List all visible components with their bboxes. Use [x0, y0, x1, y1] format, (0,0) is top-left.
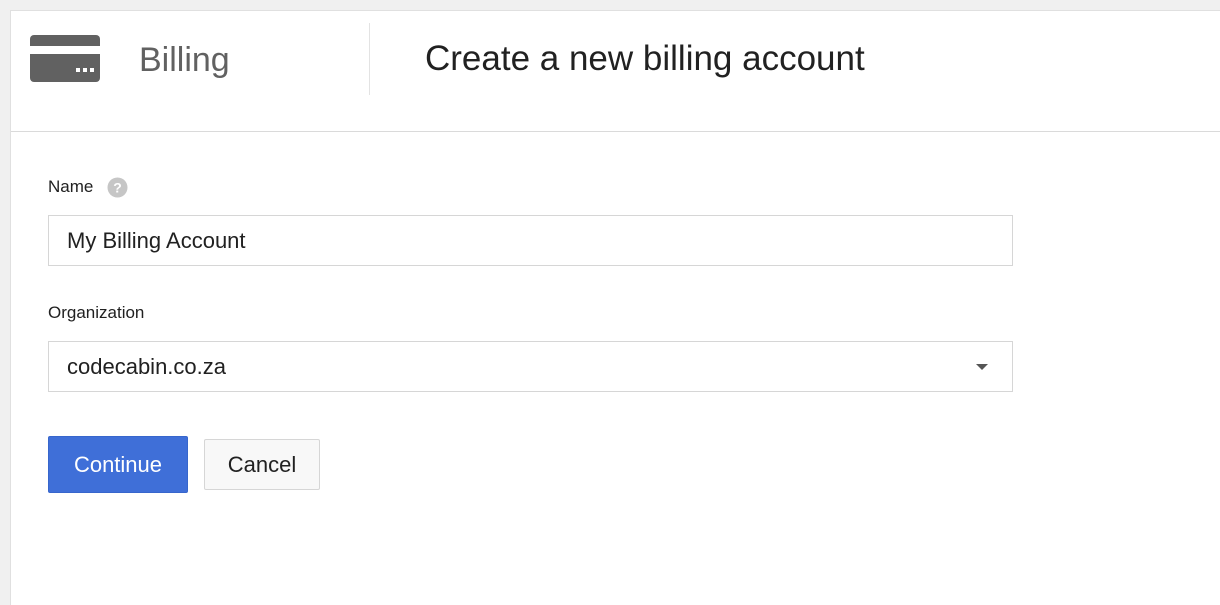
billing-account-form: Name ? Organization codecabin.co.za Cont… [48, 176, 1013, 493]
organization-selected-value: codecabin.co.za [67, 354, 226, 379]
billing-panel: Billing Create a new billing account Nam… [10, 10, 1220, 605]
credit-card-icon [30, 35, 100, 82]
name-field-group: Name ? [48, 176, 1013, 266]
organization-field-group: Organization codecabin.co.za [48, 302, 1013, 392]
chevron-down-icon [976, 364, 988, 370]
form-actions: Continue Cancel [48, 436, 1013, 493]
help-circle-icon[interactable]: ? [107, 177, 128, 198]
organization-label: Organization [48, 303, 145, 322]
page-header: Billing Create a new billing account [11, 11, 1220, 132]
continue-button[interactable]: Continue [48, 436, 188, 493]
name-input[interactable] [48, 215, 1013, 266]
header-divider [369, 23, 370, 95]
cancel-button[interactable]: Cancel [204, 439, 320, 490]
page-title: Create a new billing account [425, 39, 865, 78]
svg-text:?: ? [114, 179, 123, 195]
name-label: Name [48, 177, 94, 196]
name-label-row: Name ? [48, 176, 1013, 198]
section-title: Billing [139, 41, 230, 79]
organization-select[interactable]: codecabin.co.za [48, 341, 1013, 392]
organization-label-row: Organization [48, 302, 1013, 324]
